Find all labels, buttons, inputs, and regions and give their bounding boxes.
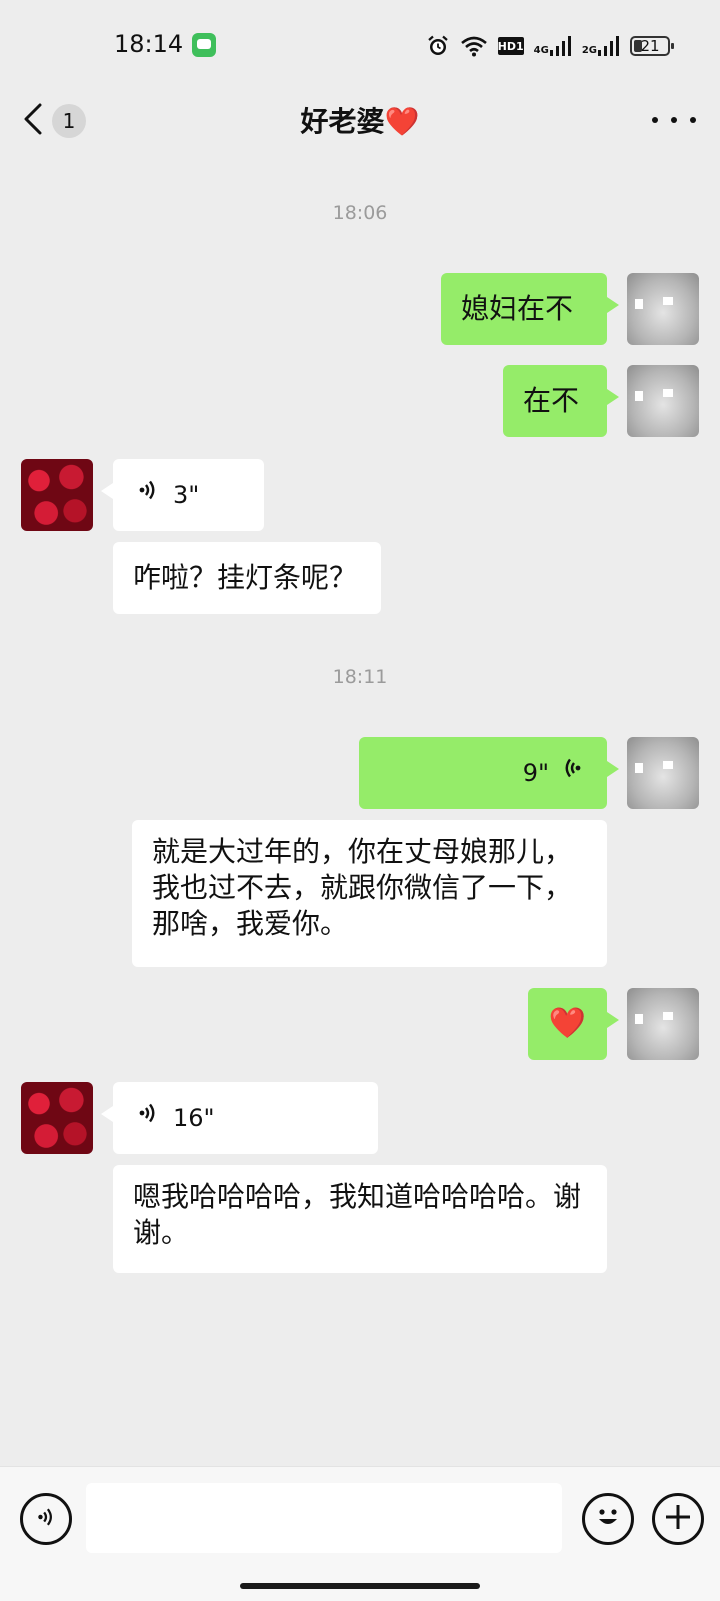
voice-duration: 3" [173,481,200,509]
voice-wave-icon [559,755,585,791]
voice-icon [34,1505,58,1533]
message-input[interactable] [86,1483,562,1553]
contact-avatar[interactable] [21,459,93,531]
voice-wave-icon [135,1100,161,1136]
signal-icon-sim2: 2G [582,36,620,56]
heart-emoji: ❤️ [548,1006,587,1041]
voice-input-button[interactable] [20,1493,72,1545]
sent-emoji-message[interactable]: ❤️ [528,988,619,1060]
more-dot [671,117,677,123]
network-type-1: 4G [533,45,549,56]
self-avatar[interactable] [627,988,699,1060]
messages-notification-icon [192,33,216,57]
smiley-icon [591,1500,625,1538]
home-indicator[interactable] [240,1583,480,1589]
battery-level: 21 [640,37,660,55]
message-timestamp: 18:11 [332,666,388,688]
sent-text-message[interactable]: 媳妇在不 [441,273,619,345]
sent-text-message[interactable]: 在不 [503,365,619,437]
alarm-icon [426,34,450,58]
more-dot [652,117,658,123]
plus-icon [663,1502,693,1536]
status-time: 18:14 [114,30,184,58]
sent-voice-message[interactable]: 9" [359,737,619,809]
message-timestamp: 18:06 [332,202,388,224]
contact-name: 好老婆 [300,105,385,138]
more-options-button[interactable] [652,102,696,138]
wifi-icon [460,35,488,57]
status-icons: HD1 4G 2G 21 [426,33,674,59]
signal-icon-sim1: 4G [534,36,572,56]
battery-icon: 21 [630,36,674,56]
voice-transcript[interactable]: 嗯我哈哈哈哈，我知道哈哈哈哈。谢谢。 [113,1165,607,1273]
self-avatar[interactable] [627,737,699,809]
more-dot [690,117,696,123]
heart-emoji: ❤️ [384,105,420,138]
status-bar: 18:14 HD1 4G 2G 21 [0,0,720,88]
received-voice-message[interactable]: 16" [101,1082,378,1154]
voice-duration: 16" [173,1104,215,1132]
contact-avatar[interactable] [21,1082,93,1154]
received-voice-message[interactable]: 3" [101,459,264,531]
chat-header: 1 好老婆❤️ [0,88,720,160]
network-type-2: 2G [581,45,597,56]
voice-duration: 9" [522,759,549,787]
voice-transcript[interactable]: 咋啦？挂灯条呢？ [113,542,381,614]
emoji-button[interactable] [582,1493,634,1545]
self-avatar[interactable] [627,365,699,437]
more-functions-button[interactable] [652,1493,704,1545]
input-bar [0,1466,720,1601]
self-avatar[interactable] [627,273,699,345]
hd-voice-icon: HD1 [497,37,524,55]
voice-wave-icon [135,477,161,513]
chat-title: 好老婆❤️ [0,100,720,140]
voice-transcript[interactable]: 就是大过年的，你在丈母娘那儿，我也过不去，就跟你微信了一下，那啥，我爱你。 [132,820,607,967]
